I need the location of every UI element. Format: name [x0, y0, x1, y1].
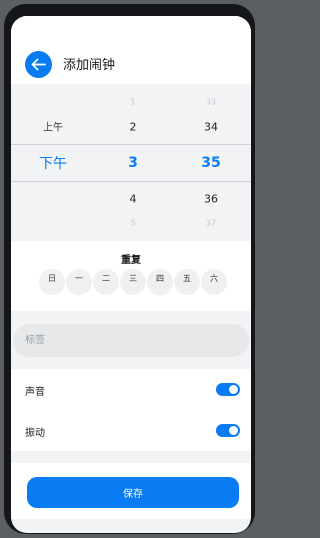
vibrate-toggle[interactable] [216, 424, 240, 437]
day-toggle-fri[interactable]: 五 [174, 269, 200, 295]
label-input[interactable] [13, 324, 249, 357]
picker-divider-bottom [11, 181, 251, 182]
ampm-selected[interactable]: 下午 [23, 153, 83, 173]
minute-option[interactable]: 34 [181, 121, 241, 134]
ampm-option-am[interactable]: 上午 [23, 119, 83, 134]
hour-selected[interactable]: 3 [103, 155, 163, 171]
minute-option[interactable]: 33 [181, 98, 241, 107]
picker-divider-top [11, 144, 251, 145]
repeat-section: 重复 日 一 二 三 四 五 六 [11, 241, 251, 311]
sound-label: 声音 [25, 387, 45, 398]
time-picker[interactable]: 上午 下午 1 2 3 4 5 33 34 35 36 37 [11, 84, 251, 241]
phone-frame: 添加闹钟 上午 下午 1 2 3 4 5 33 34 35 36 37 重复 日… [4, 4, 255, 534]
hour-option[interactable]: 2 [103, 121, 163, 134]
save-button[interactable]: 保存 [27, 477, 239, 508]
hour-option[interactable]: 5 [103, 219, 163, 228]
minute-option[interactable]: 37 [181, 219, 241, 228]
hour-option[interactable]: 4 [103, 193, 163, 206]
toggle-knob [229, 385, 238, 394]
hour-option[interactable]: 1 [103, 98, 163, 107]
page-title: 添加闹钟 [63, 58, 116, 73]
day-toggle-mon[interactable]: 一 [66, 269, 92, 295]
day-toggle-thu[interactable]: 四 [147, 269, 173, 295]
settings-section: 声音 振动 [11, 369, 251, 451]
day-toggle-sat[interactable]: 六 [201, 269, 227, 295]
arrow-left-icon [31, 58, 46, 71]
vibrate-label: 振动 [25, 428, 45, 439]
footer: 保存 [11, 463, 251, 519]
back-button[interactable] [25, 51, 52, 78]
day-toggle-tue[interactable]: 二 [93, 269, 119, 295]
app-header: 添加闹钟 [11, 16, 251, 84]
repeat-title: 重复 [121, 255, 141, 266]
screen: 添加闹钟 上午 下午 1 2 3 4 5 33 34 35 36 37 重复 日… [11, 16, 251, 533]
day-toggle-wed[interactable]: 三 [120, 269, 146, 295]
toggle-knob [229, 426, 238, 435]
minute-selected[interactable]: 35 [181, 155, 241, 171]
sound-toggle[interactable] [216, 383, 240, 396]
day-toggle-sun[interactable]: 日 [39, 269, 65, 295]
minute-option[interactable]: 36 [181, 193, 241, 206]
